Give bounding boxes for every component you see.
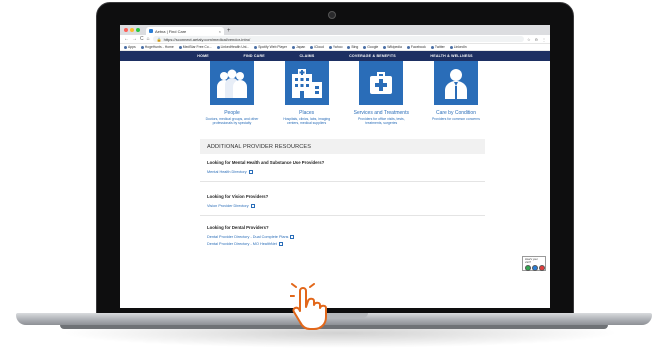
- minimize-window-button[interactable]: [130, 28, 134, 32]
- bookmark-item[interactable]: Google: [363, 45, 378, 49]
- bookmarks-bar: Apps HogeHunts - Home MedStar Free Co...…: [120, 44, 550, 51]
- card-description: Providers for office visits, tests, trea…: [357, 117, 405, 125]
- nav-health-wellness[interactable]: HEALTH & WELLNESS: [430, 54, 472, 58]
- bookmark-item[interactable]: Yahoo: [328, 45, 342, 49]
- link-label: Vision Provider Directory: [207, 204, 249, 208]
- neutral-face-icon[interactable]: [532, 265, 538, 271]
- card-title[interactable]: Services and Treatments: [354, 110, 409, 116]
- nav-claims[interactable]: CLAIMS: [299, 54, 314, 58]
- bookmark-item[interactable]: Wikipedia: [383, 45, 402, 49]
- reload-button[interactable]: C: [140, 35, 144, 44]
- resources-header: ADDITIONAL PROVIDER RESOURCES: [200, 139, 485, 154]
- bookmark-item[interactable]: Twitter: [430, 45, 445, 49]
- bookmark-item[interactable]: Bing: [347, 45, 358, 49]
- home-button[interactable]: ⌂: [147, 35, 150, 44]
- camera-icon: [328, 11, 336, 19]
- resource-section-dental: Looking for Dental Providers? Dental Pro…: [200, 216, 485, 246]
- pointing-hand-icon: [289, 283, 338, 331]
- window-controls: [124, 28, 140, 32]
- nav-home[interactable]: HOME: [197, 54, 209, 58]
- resource-question: Looking for Vision Providers?: [207, 194, 269, 199]
- nav-find-care[interactable]: FIND CARE: [244, 54, 265, 58]
- external-link-icon: [278, 242, 283, 246]
- vision-directory-link[interactable]: Vision Provider Directory: [207, 204, 478, 208]
- sad-face-icon[interactable]: [539, 265, 545, 271]
- link-label: Dental Provider Directory - MO HealthNet: [207, 242, 277, 246]
- browser-tab[interactable]: Aetna | Find Care ×: [146, 27, 224, 35]
- feedback-faces: [523, 265, 545, 271]
- card-title[interactable]: Care by Condition: [436, 110, 476, 116]
- site-nav: HOME FIND CARE CLAIMS COVERAGE & BENEFIT…: [120, 51, 550, 61]
- forward-button[interactable]: →: [132, 35, 137, 44]
- bookmark-star-icon[interactable]: ☆: [527, 37, 531, 42]
- feedback-widget[interactable]: How's your visit?: [522, 256, 546, 271]
- bookmark-item[interactable]: Apps: [124, 45, 136, 49]
- external-link-icon: [250, 204, 255, 208]
- card-places[interactable]: Places Hospitals, clinics, labs, imaging…: [279, 61, 335, 125]
- tab-bar: Aetna | Find Care × +: [120, 25, 550, 35]
- url-text: https://sconnect.aetaly.com/medical/vend…: [163, 36, 251, 42]
- find-care-cards: People Doctors, medical groups, and othe…: [204, 61, 484, 125]
- bookmark-item[interactable]: MedStar Free Co...: [178, 45, 212, 49]
- resource-section-vision: Looking for Vision Providers? Vision Pro…: [200, 182, 485, 216]
- nav-coverage-benefits[interactable]: COVERAGE & BENEFITS: [349, 54, 396, 58]
- link-label: Mental Health Directory: [207, 170, 247, 174]
- address-bar: ← → C ⌂ 🔒 https://sconnect.aetaly.com/me…: [120, 35, 550, 44]
- card-title[interactable]: People: [224, 110, 240, 116]
- dental-dual-complete-link[interactable]: Dental Provider Directory - Dual Complet…: [207, 235, 478, 239]
- bookmark-item[interactable]: Japan: [292, 45, 305, 49]
- tab-close-icon[interactable]: ×: [219, 29, 221, 34]
- resource-section-mental-health: Looking for Mental Health and Substance …: [200, 154, 485, 182]
- feedback-label: How's your visit?: [525, 258, 538, 264]
- new-tab-button[interactable]: +: [227, 27, 231, 35]
- resource-question: Looking for Mental Health and Substance …: [207, 160, 325, 165]
- bookmark-item[interactable]: Spotify Web Player: [254, 45, 287, 49]
- people-icon: [210, 61, 254, 105]
- bookmark-item[interactable]: HogeHunts - Home: [140, 45, 174, 49]
- bookmark-item[interactable]: iCloud: [310, 45, 324, 49]
- card-services[interactable]: Services and Treatments Providers for of…: [353, 61, 409, 125]
- bookmark-item[interactable]: LinkedIn: [449, 45, 467, 49]
- url-field[interactable]: 🔒 https://sconnect.aetaly.com/medical/ve…: [152, 36, 525, 42]
- doctor-icon: [433, 61, 478, 105]
- bookmark-item[interactable]: Facebook: [406, 45, 426, 49]
- medical-kit-icon: [359, 61, 404, 105]
- profile-icon[interactable]: ⊖: [535, 37, 538, 42]
- card-description: Doctors, medical groups, and other profe…: [205, 117, 259, 125]
- link-label: Dental Provider Directory - Dual Complet…: [207, 235, 289, 239]
- resource-question: Looking for Dental Providers?: [207, 225, 269, 230]
- additional-resources: ADDITIONAL PROVIDER RESOURCES Looking fo…: [200, 139, 485, 246]
- card-people[interactable]: People Doctors, medical groups, and othe…: [204, 61, 260, 125]
- bookmark-item[interactable]: LinkedHealth Uni...: [216, 45, 249, 49]
- card-description: Hospitals, clinics, labs, imaging center…: [283, 117, 331, 125]
- close-window-button[interactable]: [124, 28, 128, 32]
- favicon-icon: [149, 29, 153, 33]
- browser-window: Aetna | Find Care × + ← → C ⌂ 🔒 https://…: [120, 25, 550, 308]
- external-link-icon: [290, 235, 295, 239]
- lock-icon: 🔒: [156, 36, 162, 42]
- external-link-icon: [248, 170, 253, 174]
- browser-actions: ☆ ⊖ ⋮: [527, 37, 546, 42]
- card-condition[interactable]: Care by Condition Providers for common c…: [428, 61, 484, 125]
- page-content: People Doctors, medical groups, and othe…: [120, 61, 550, 308]
- mental-health-directory-link[interactable]: Mental Health Directory: [207, 170, 478, 174]
- tab-title: Aetna | Find Care: [155, 28, 187, 34]
- maximize-window-button[interactable]: [136, 28, 140, 32]
- dental-mo-healthnet-link[interactable]: Dental Provider Directory - MO HealthNet: [207, 242, 478, 246]
- hospital-icon: [284, 61, 329, 105]
- happy-face-icon[interactable]: [525, 265, 531, 271]
- back-button[interactable]: ←: [124, 35, 129, 44]
- card-description: Providers for common concerns: [432, 117, 480, 121]
- menu-icon[interactable]: ⋮: [542, 37, 546, 42]
- card-title[interactable]: Places: [299, 110, 314, 116]
